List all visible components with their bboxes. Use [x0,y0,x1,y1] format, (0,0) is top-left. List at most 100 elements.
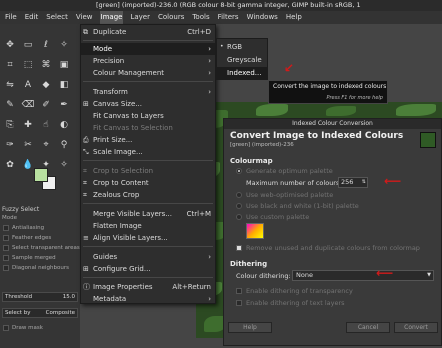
menu-windows[interactable]: Windows [246,11,279,24]
eraser-icon[interactable]: ⌫ [21,98,35,112]
menu-item-crop-selection-label: Crop to Selection [93,167,154,175]
menu-item-scale-image[interactable]: ⤡ Scale Image... [81,146,215,158]
draw-mask-label: Draw mask [12,325,43,331]
text-tool-icon[interactable]: A [21,78,35,92]
menu-item-configure-grid[interactable]: ⊞ Configure Grid... [81,263,215,275]
measure-tool-icon[interactable]: ⌖ [39,138,53,152]
menu-edit[interactable]: Edit [24,11,40,24]
heal-tool-icon[interactable]: ✚ [21,118,35,132]
indexed-conversion-dialog: Indexed Colour Conversion Convert Image … [223,118,442,346]
tooltip-text: Convert the image to indexed colours [273,83,387,90]
black-white-radio[interactable] [236,203,242,209]
menu-tools[interactable]: Tools [191,11,210,24]
menu-item-fit-canvas-layers[interactable]: Fit Canvas to Layers [81,110,215,122]
menu-item-transform[interactable]: Transform › [81,86,215,98]
rect-select-icon[interactable]: ▭ [21,38,35,52]
menu-item-crop-selection[interactable]: ⌗ Crop to Selection [81,165,215,177]
move-tool-icon[interactable]: ✥ [3,38,17,52]
smudge-tool-icon[interactable]: ☝ [39,118,53,132]
menu-file[interactable]: File [4,11,18,24]
flip-tool-icon[interactable]: ⇋ [3,78,17,92]
menu-image[interactable]: Image [99,11,124,24]
warp-transform-icon[interactable]: ⌘ [39,58,53,72]
align-icon: ≡ [83,234,89,242]
cage-transform-icon[interactable]: ▣ [57,58,71,72]
select-by-dropdown[interactable]: Select by Composite [2,308,78,318]
grid-icon: ⊞ [83,265,89,273]
menu-item-image-properties-shortcut: Alt+Return [172,283,211,291]
gradient-tool-icon[interactable]: ◧ [57,78,71,92]
dither-transparency-checkbox[interactable] [236,288,242,294]
clone-tool-icon[interactable]: ⎘ [3,118,17,132]
unified-transform-icon[interactable]: ⬚ [21,58,35,72]
fuzzy-select-icon[interactable]: ✧ [57,38,71,52]
menu-help[interactable]: Help [285,11,303,24]
dither-text-label: Enable dithering of text layers [246,299,345,307]
custom-palette-radio[interactable] [236,214,242,220]
menu-item-colour-management[interactable]: Colour Management › [81,67,215,79]
help-button[interactable]: Help [228,322,272,333]
remove-unused-checkbox[interactable] [236,245,242,251]
paintbrush-icon[interactable]: ✎ [3,98,17,112]
cancel-button[interactable]: Cancel [346,322,390,333]
canvas-size-icon: ⊞ [83,100,89,108]
feather-checkbox[interactable] [3,235,9,241]
menu-item-zealous-crop[interactable]: ⌗ Zealous Crop [81,189,215,201]
draw-mask-checkbox[interactable] [3,325,9,331]
color-picker-icon[interactable]: ✂ [21,138,35,152]
antialiasing-checkbox[interactable] [3,225,9,231]
menu-item-merge-visible[interactable]: Merge Visible Layers... Ctrl+M [81,208,215,220]
menu-view[interactable]: View [75,11,94,24]
menu-item-precision[interactable]: Precision › [81,55,215,67]
menu-colours[interactable]: Colours [157,11,185,24]
selected-dot-icon: • [220,43,224,50]
bucket-fill-icon[interactable]: ◆ [39,78,53,92]
airbrush-icon[interactable]: ✐ [39,98,53,112]
menu-item-crop-content[interactable]: ⌗ Crop to Content [81,177,215,189]
menu-item-scale-image-label: Scale Image... [93,148,143,156]
dialog-heading: Convert Image to Indexed Colours [230,131,404,141]
menu-item-print-size[interactable]: ⎙ Print Size... [81,134,215,146]
menu-select[interactable]: Select [45,11,69,24]
foreground-colour-swatch[interactable] [34,168,48,182]
menu-item-align-visible[interactable]: ≡ Align Visible Layers... [81,232,215,244]
palette-preview[interactable] [246,223,264,239]
colour-dithering-label: Colour dithering: [236,272,291,280]
menu-item-guides[interactable]: Guides › [81,251,215,263]
submenu-item-indexed[interactable]: Indexed... [217,67,267,79]
menu-item-duplicate[interactable]: ⧉ Duplicate Ctrl+D [81,26,215,38]
web-optimised-radio[interactable] [236,192,242,198]
dithering-section-label: Dithering [230,260,268,268]
generate-optimum-radio[interactable] [236,168,242,174]
crop-tool-icon[interactable]: ⌗ [3,58,17,72]
handle-transform-icon[interactable]: ✧ [57,158,71,172]
spin-icon[interactable]: ⇅ [362,178,366,187]
max-colours-input[interactable]: 256 ⇅ [338,177,368,188]
select-transparent-checkbox[interactable] [3,245,9,251]
menubar: File Edit Select View Image Layer Colour… [0,11,442,24]
dodge-burn-icon[interactable]: ◐ [57,118,71,132]
menu-item-flatten[interactable]: Flatten Image [81,220,215,232]
colour-dithering-dropdown[interactable]: None ▼ [292,270,434,281]
ink-tool-icon[interactable]: ✒ [57,98,71,112]
menu-item-mode[interactable]: Mode › [81,43,215,55]
submenu-item-rgb[interactable]: • RGB [217,41,267,53]
paths-tool-icon[interactable]: ✑ [3,138,17,152]
lasso-icon[interactable]: ℓ [39,38,53,52]
menu-item-metadata[interactable]: Metadata › [81,293,215,305]
convert-button[interactable]: Convert [394,322,438,333]
zoom-tool-icon[interactable]: ⚲ [57,138,71,152]
menu-item-image-properties[interactable]: ⓘ Image Properties Alt+Return [81,281,215,293]
mypaint-brush-icon[interactable]: ✿ [3,158,17,172]
menu-filters[interactable]: Filters [217,11,240,24]
menu-item-fit-canvas-selection[interactable]: Fit Canvas to Selection [81,122,215,134]
blur-tool-icon[interactable]: 💧 [21,158,35,172]
submenu-item-greyscale[interactable]: Greyscale [217,54,267,66]
dither-text-checkbox[interactable] [236,300,242,306]
sample-merged-checkbox[interactable] [3,255,9,261]
diagonal-checkbox[interactable] [3,265,9,271]
menu-item-mode-label: Mode [93,45,113,53]
menu-item-canvas-size[interactable]: ⊞ Canvas Size... [81,98,215,110]
menu-layer[interactable]: Layer [129,11,151,24]
threshold-slider[interactable]: Threshold 15.0 [2,292,78,302]
